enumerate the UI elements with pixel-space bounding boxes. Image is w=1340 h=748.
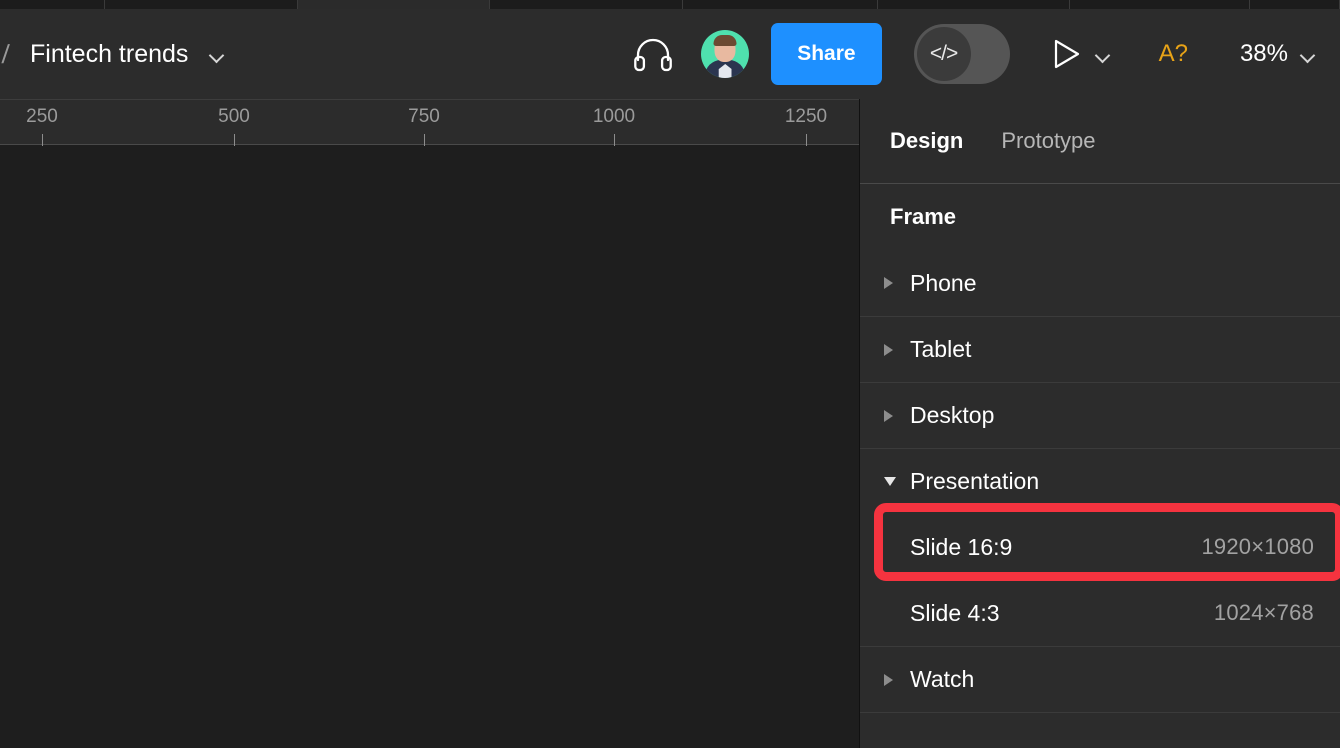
help-label: A? [1158, 40, 1188, 67]
ruler-tick-label: 1000 [592, 106, 636, 127]
sidebar-group-desktop[interactable]: Desktop [860, 382, 1340, 448]
browser-tab[interactable] [683, 0, 878, 9]
chevron-down-icon[interactable] [1301, 50, 1316, 59]
panel-tabs: Design Prototype [860, 99, 1340, 184]
figma-window: / Fintech trends Share </> A? 38% 250 50… [0, 0, 1340, 748]
sidebar-group-label: Watch [910, 666, 975, 692]
canvas[interactable] [0, 145, 860, 747]
preset-dimensions: 1920×1080 [1201, 534, 1314, 559]
sidebar-group-presentation[interactable]: Presentation [860, 448, 1340, 514]
tab-design[interactable]: Design [890, 128, 963, 154]
ruler-tick-label: 500 [218, 106, 250, 127]
browser-tab-strip [0, 0, 1340, 9]
toolbar-right-group: Share </> A? 38% [633, 9, 1340, 99]
avatar[interactable] [701, 30, 750, 78]
ruler-tick-label: 750 [408, 106, 440, 127]
ruler-tick-mark [806, 134, 807, 146]
ruler-tick-mark [42, 134, 43, 146]
code-icon: </> [916, 27, 971, 81]
triangle-right-icon[interactable] [884, 409, 906, 422]
chevron-down-icon[interactable] [210, 50, 225, 59]
browser-tab[interactable] [105, 0, 298, 9]
sidebar-group-label: Phone [910, 269, 977, 296]
share-button[interactable]: Share [771, 23, 882, 85]
zoom-level: 38% [1239, 40, 1288, 67]
sidebar-group-tablet[interactable]: Tablet [860, 316, 1340, 382]
section-title-frame: Frame [890, 204, 957, 229]
right-sidebar: Design Prototype Frame Phone Tablet Desk… [860, 99, 1340, 748]
browser-tab[interactable] [1070, 0, 1250, 9]
dev-mode-toggle[interactable]: </> [913, 24, 1010, 84]
triangle-right-icon[interactable] [884, 673, 906, 686]
sidebar-group-label: Presentation [910, 468, 1040, 494]
present-button[interactable] [1054, 39, 1111, 69]
sidebar-group-phone[interactable]: Phone [860, 250, 1340, 316]
help-button[interactable]: A? [1111, 9, 1188, 99]
page-title: Fintech trends [30, 39, 189, 68]
ruler-tick-mark [234, 134, 235, 146]
sidebar-group-label: Tablet [910, 336, 972, 362]
sidebar-group-next-partial[interactable] [860, 712, 1340, 748]
canvas-area[interactable]: 250 500 750 1000 1250 [0, 99, 860, 748]
ruler-tick-label: 250 [26, 106, 58, 127]
triangle-down-icon[interactable] [884, 477, 906, 486]
preset-slide-4-3[interactable]: Slide 4:3 1024×768 [860, 580, 1340, 646]
ruler-tick-mark [424, 134, 425, 146]
preset-dimensions: 1024×768 [1213, 600, 1314, 625]
preset-label: Slide 16:9 [910, 533, 1013, 560]
tab-prototype[interactable]: Prototype [1001, 128, 1095, 154]
browser-tab[interactable] [1250, 0, 1340, 9]
chevron-down-icon[interactable] [1096, 50, 1111, 59]
preset-slide-16-9[interactable]: Slide 16:9 1920×1080 [860, 514, 1340, 580]
browser-tab[interactable] [298, 0, 490, 9]
browser-tab[interactable] [0, 0, 105, 9]
horizontal-ruler[interactable]: 250 500 750 1000 1250 [0, 99, 860, 146]
browser-tab[interactable] [878, 0, 1070, 9]
preset-label: Slide 4:3 [910, 599, 1000, 626]
ruler-tick-mark [614, 134, 615, 146]
browser-tab[interactable] [490, 0, 683, 9]
triangle-right-icon[interactable] [884, 343, 906, 356]
triangle-right-icon[interactable] [884, 277, 906, 289]
breadcrumb-separator: / [0, 38, 11, 69]
sidebar-group-label: Desktop [910, 402, 995, 428]
zoom-control[interactable]: 38% [1240, 40, 1316, 68]
avatar-hair [713, 35, 737, 46]
ruler-tick-label: 1250 [784, 106, 828, 127]
sidebar-group-watch[interactable]: Watch [860, 646, 1340, 712]
top-toolbar: / Fintech trends Share </> A? 38% [0, 9, 1340, 99]
play-icon [1054, 39, 1080, 69]
headphones-icon[interactable] [633, 9, 673, 99]
